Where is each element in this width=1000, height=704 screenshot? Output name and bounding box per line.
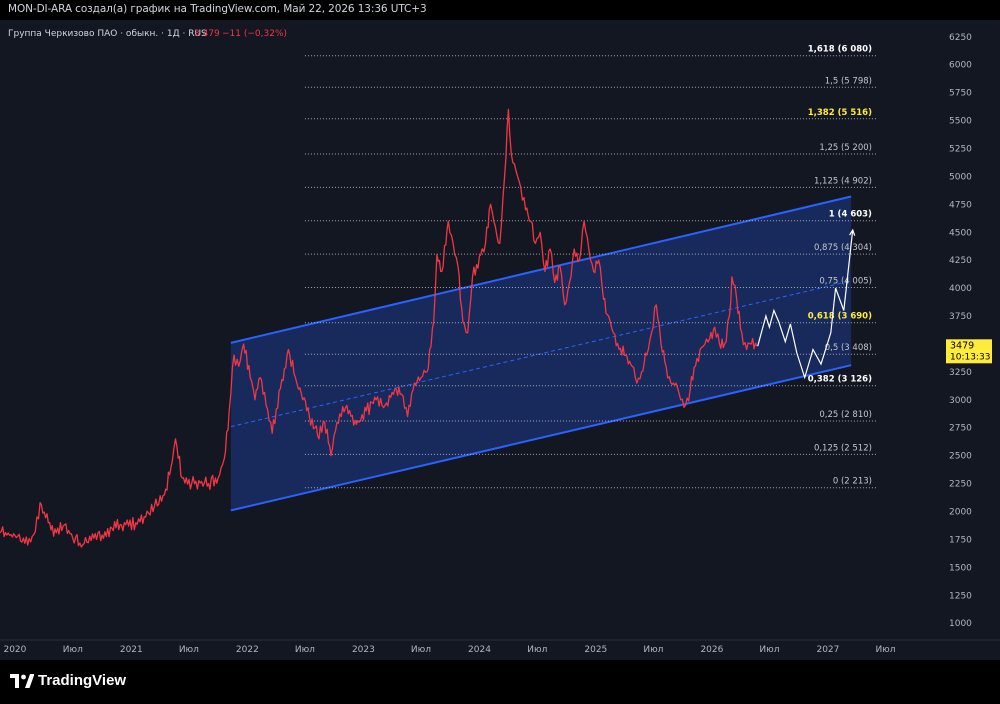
price-tick-label: 5750 [949,89,972,99]
time-tick-label: Июл [875,645,895,655]
symbol-label: Группа Черкизово ПАО · обыкн. · 1Д · RUS [8,29,207,39]
price-axis[interactable]: 1000 1250 1500 1750 2000 2250 2500 2750 3000 3250… [944,20,1000,640]
fib-level-0,125-label: 0,125 (2 512) [814,443,872,453]
time-tick-label: 2023 [352,645,375,655]
price-tag-countdown: 10:13:33 [950,352,990,362]
price-tick-label: 1000 [949,619,972,629]
time-tick-label: Июл [527,645,547,655]
price-chart[interactable]: 1,618 (6 080) 1,5 (5 798) 1,382 (5 516) 1,2… [0,20,1000,660]
price-tick-label: 5500 [949,117,972,127]
time-tick-label: 2026 [700,645,723,655]
time-tick-label: 2027 [816,645,839,655]
time-tick-label: 2025 [584,645,607,655]
price-tick-label: 4000 [949,284,972,294]
footer-bar: TradingView [0,660,1000,704]
tradingview-icon [10,673,34,688]
fib-level-1,5-label: 1,5 (5 798) [825,76,872,86]
price-tick-label: 2500 [949,452,972,462]
price-tick-label: 5250 [949,144,972,154]
time-tick-label: Июл [295,645,315,655]
fib-level-0,5-label: 0,5 (3 408) [825,343,872,353]
price-tick-label: 6000 [949,61,972,71]
fib-level-0,382-label: 0,382 (3 126) [808,375,872,385]
time-tick-label: 2021 [120,645,143,655]
price-tick-label: 2250 [949,480,972,490]
price-tag: 3479 10:13:33 [946,339,992,364]
time-tick-label: Июл [643,645,663,655]
fib-level-1,382-label: 1,382 (5 516) [808,108,872,118]
fib-level-1,125-label: 1,125 (4 902) [814,176,872,186]
price-tick-label: 6250 [949,33,972,43]
price-tick-label: 1500 [949,563,972,573]
time-tick-label: Июл [759,645,779,655]
price-tick-label: 4500 [949,228,972,238]
time-tick-label: Июл [179,645,199,655]
publish-info: MON-DI-ARA создал(а) график на TradingVi… [8,3,427,15]
time-tick-label: 2024 [468,645,491,655]
fib-level-0,75-label: 0,75 (4 005) [819,277,872,287]
price-tick-label: 2750 [949,424,972,434]
fib-level-0,618-label: 0,618 (3 690) [808,312,872,322]
fib-level-1,618-label: 1,618 (6 080) [808,45,872,55]
chart-window: MON-DI-ARA создал(а) график на TradingVi… [0,0,1000,704]
price-tick-label: 3750 [949,312,972,322]
price-tag-value: 3479 [950,340,974,351]
price-tick-label: 2000 [949,508,972,518]
fib-level-0,25-label: 0,25 (2 810) [819,410,872,420]
fib-level-1-label: 1 (4 603) [829,210,872,220]
price-tick-label: 3000 [949,396,972,406]
symbol-legend: Группа Черкизово ПАО · обыкн. · 1Д · RUS… [8,29,287,39]
price-tick-label: 4750 [949,200,972,210]
tradingview-logo[interactable]: TradingView [10,672,126,689]
fib-level-0-label: 0 (2 213) [833,477,872,487]
price-tick-label: 1750 [949,535,972,545]
price-tick-label: 5000 [949,172,972,182]
fib-level-0,875-label: 0,875 (4 304) [814,243,872,253]
price-axis-background [944,20,1000,640]
price-tick-label: 1250 [949,591,972,601]
time-tick-label: Июл [63,645,83,655]
price-change: −11 (−0,32%) [222,29,287,39]
fib-level-1,25-label: 1,25 (5 200) [819,143,872,153]
time-tick-label: Июл [411,645,431,655]
price-tick-label: 3250 [949,368,972,378]
chart-pane[interactable]: 1,618 (6 080) 1,5 (5 798) 1,382 (5 516) 1,2… [0,20,1000,660]
time-tick-label: 2022 [236,645,259,655]
time-tick-label: 2020 [3,645,26,655]
price-tick-label: 4250 [949,256,972,266]
logo-wordmark: TradingView [38,672,127,689]
last-price-value: 3 479 [194,29,220,39]
